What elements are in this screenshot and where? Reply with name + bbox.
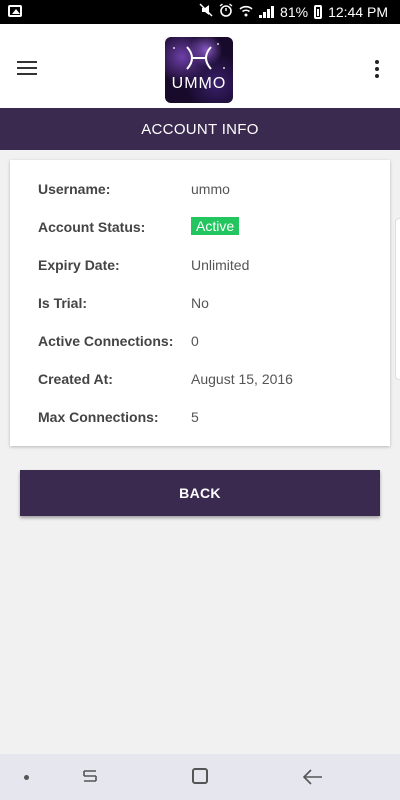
image-icon [8, 5, 22, 17]
hamburger-menu-icon[interactable] [17, 61, 37, 75]
info-row-account-status: Account Status: Active [38, 217, 378, 241]
info-label: Expiry Date: [38, 257, 120, 273]
status-bar: 81% 12:44 PM [0, 0, 400, 24]
logo-symbol-icon [186, 46, 212, 70]
side-drawer-handle[interactable] [395, 218, 400, 380]
info-label: Created At: [38, 371, 113, 387]
battery-icon [314, 4, 323, 19]
info-row-created-at: Created At: August 15, 2016 [38, 371, 378, 393]
info-value: No [191, 295, 209, 311]
info-row-active-connections: Active Connections: 0 [38, 333, 378, 355]
mute-icon [199, 3, 213, 20]
app-logo: UMMO [165, 37, 233, 103]
status-right: 81% 12:44 PM [199, 3, 388, 20]
page-title-bar: ACCOUNT INFO [0, 108, 400, 150]
info-label: Account Status: [38, 219, 146, 235]
status-time: 12:44 PM [328, 3, 388, 20]
info-label: Username: [38, 181, 111, 197]
info-row-username: Username: ummo [38, 181, 378, 203]
page-title: ACCOUNT INFO [141, 120, 259, 138]
account-info-card: Username: ummo Account Status: Active Ex… [10, 160, 390, 446]
status-value-wrap: Active [191, 217, 240, 237]
info-label: Max Connections: [38, 409, 159, 425]
home-icon[interactable] [192, 768, 208, 784]
nav-dot-icon[interactable] [24, 775, 29, 780]
system-nav-bar [0, 754, 400, 800]
info-value: 0 [191, 333, 199, 349]
wifi-icon [239, 4, 253, 20]
back-arrow-icon[interactable] [302, 767, 324, 787]
info-label: Is Trial: [38, 295, 88, 311]
info-row-max-connections: Max Connections: 5 [38, 409, 378, 431]
info-value: 5 [191, 409, 199, 425]
info-label: Active Connections: [38, 333, 174, 349]
status-badge: Active [191, 217, 240, 235]
info-value: ummo [191, 181, 230, 197]
app-bar: UMMO [0, 24, 400, 108]
back-button[interactable]: BACK [20, 470, 380, 516]
logo-text: UMMO [171, 75, 227, 92]
more-vert-icon[interactable] [374, 60, 380, 78]
alarm-icon [219, 3, 233, 20]
info-value: Unlimited [191, 257, 250, 273]
status-left [8, 4, 22, 20]
info-row-is-trial: Is Trial: No [38, 295, 378, 317]
signal-icon [259, 5, 275, 18]
info-value: August 15, 2016 [191, 371, 293, 387]
recent-apps-icon[interactable] [81, 767, 99, 785]
battery-percent: 81% [280, 3, 309, 20]
info-row-expiry-date: Expiry Date: Unlimited [38, 257, 378, 279]
